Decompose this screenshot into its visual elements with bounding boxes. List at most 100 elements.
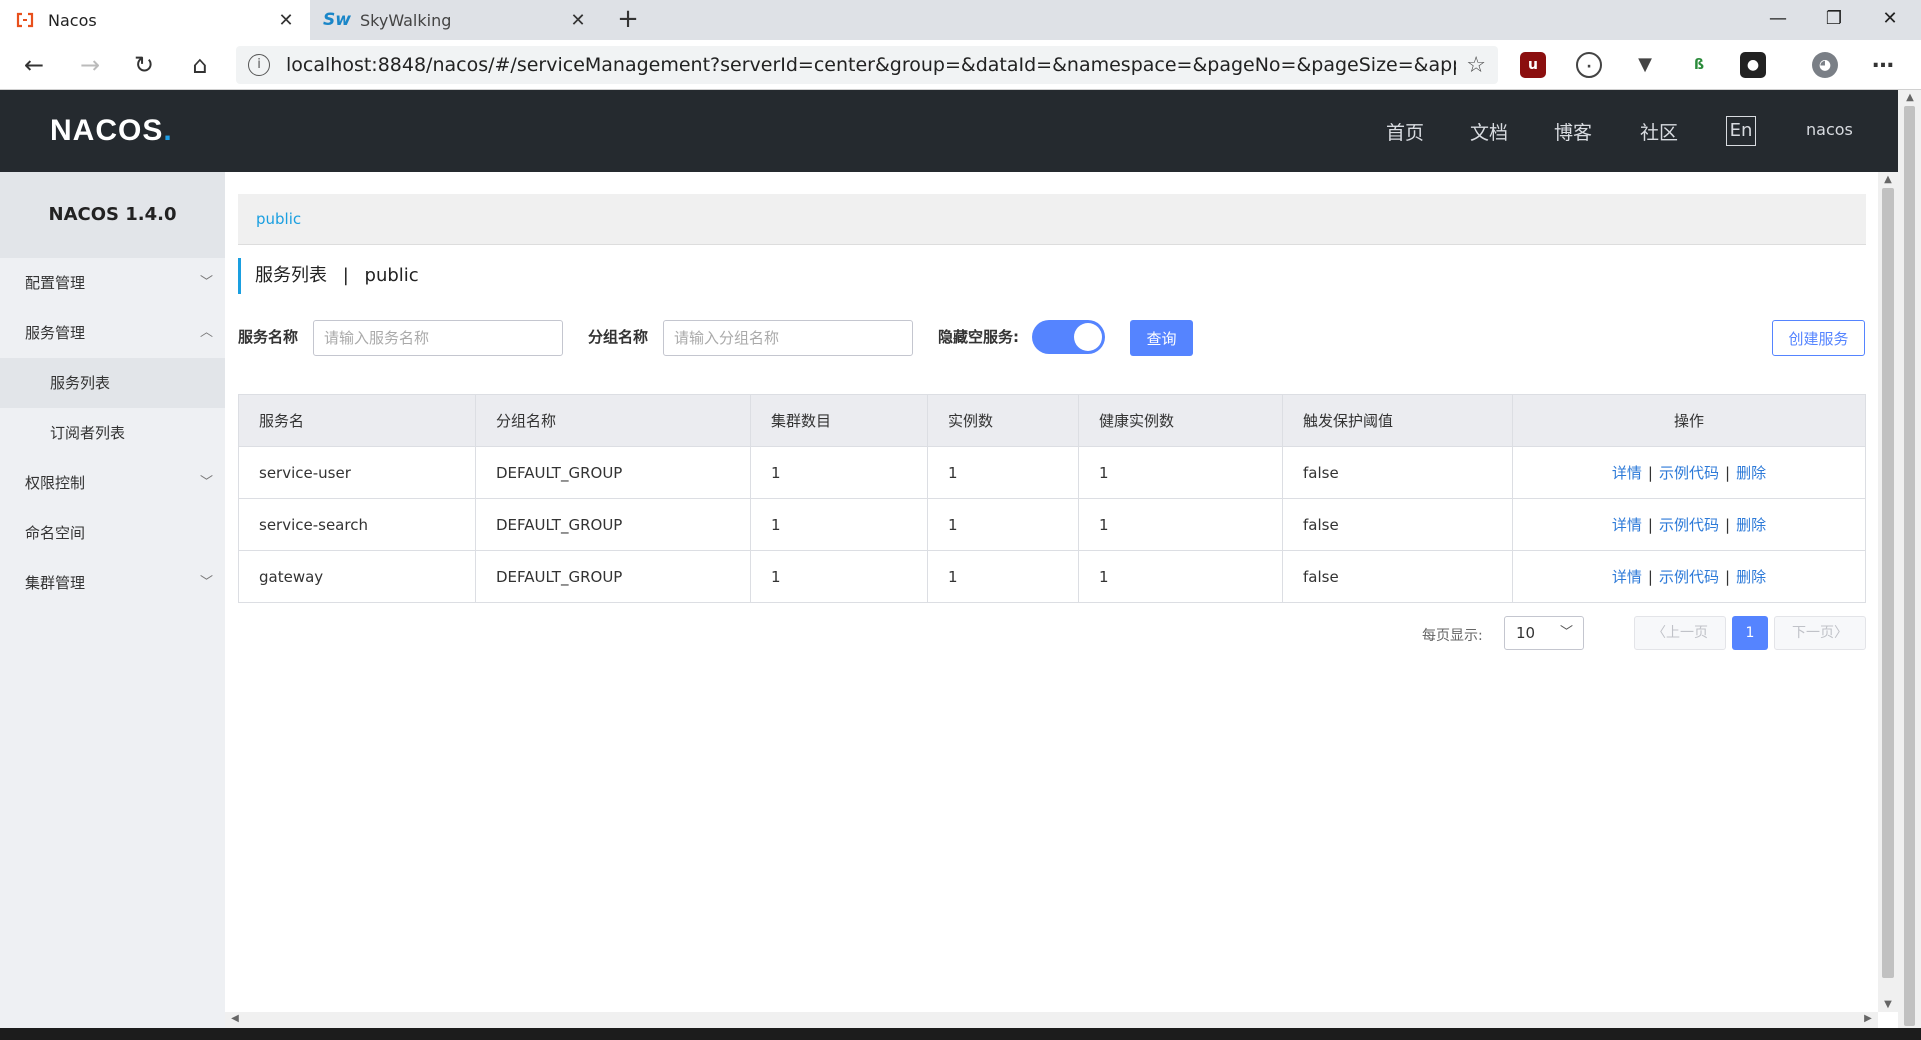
tab-skywalking[interactable]: Sw SkyWalking ✕ [312, 0, 602, 40]
sidebar-item-service-list[interactable]: 服务列表 [0, 358, 225, 408]
sidebar-item-label: 服务列表 [50, 374, 111, 392]
nav-blog[interactable]: 博客 [1554, 118, 1592, 145]
action-separator: | [1647, 516, 1653, 534]
chevron-down-icon: ﹀ [199, 475, 213, 490]
sidebar-item-cluster[interactable]: 集群管理 ﹀ [0, 558, 225, 608]
page-size-value: 10 [1516, 624, 1536, 642]
prev-page-label: 上一页 [1666, 625, 1708, 641]
hide-empty-toggle[interactable] [1032, 320, 1105, 354]
more-menu-icon[interactable]: … [1870, 50, 1896, 78]
scroll-right-icon[interactable]: ▶ [1858, 1013, 1878, 1024]
action-separator: | [1725, 568, 1731, 586]
site-info-icon[interactable]: i [248, 54, 270, 76]
create-service-button[interactable]: 创建服务 [1772, 320, 1865, 356]
page-scrollbar[interactable]: ▲ ▼ [1898, 90, 1921, 1040]
delete-link[interactable]: 删除 [1736, 516, 1766, 534]
detail-link[interactable]: 详情 [1612, 516, 1642, 534]
browser-tab-bar: Nacos ✕ Sw SkyWalking ✕ + — ❐ ✕ [0, 0, 1921, 40]
sidebar-item-namespace[interactable]: 命名空间 [0, 508, 225, 558]
bookmark-star-icon[interactable]: ☆ [1466, 53, 1486, 78]
scroll-left-icon[interactable]: ◀ [225, 1013, 245, 1024]
service-name-input[interactable] [313, 320, 563, 356]
extension-code-icon[interactable]: · [1576, 52, 1602, 78]
col-cluster-count: 集群数目 [750, 394, 928, 447]
detail-link[interactable]: 详情 [1612, 464, 1642, 482]
extension-dark-icon[interactable]: ● [1740, 52, 1766, 78]
delete-link[interactable]: 删除 [1736, 464, 1766, 482]
sample-code-link[interactable]: 示例代码 [1659, 516, 1719, 534]
nacos-favicon-icon [14, 9, 36, 31]
cell-group: DEFAULT_GROUP [475, 498, 751, 551]
action-separator: | [1647, 568, 1653, 586]
sidebar-item-service[interactable]: 服务管理 ︿ [0, 308, 225, 358]
cell-group: DEFAULT_GROUP [475, 550, 751, 603]
cell-actions: 详情 | 示例代码 | 删除 [1512, 498, 1866, 551]
new-tab-icon[interactable]: + [614, 6, 642, 34]
detail-link[interactable]: 详情 [1612, 568, 1642, 586]
ublock-icon[interactable]: u [1520, 52, 1546, 78]
query-button[interactable]: 查询 [1130, 320, 1193, 356]
cell-threshold: false [1282, 446, 1513, 499]
group-name-input[interactable] [663, 320, 913, 356]
tab-nacos[interactable]: Nacos ✕ [0, 0, 310, 40]
scroll-down-icon[interactable]: ▼ [1878, 999, 1898, 1010]
chevron-down-icon: ﹀ [1559, 625, 1573, 640]
url-field[interactable]: i localhost:8848/nacos/#/serviceManageme… [236, 46, 1498, 84]
restore-icon[interactable]: ❐ [1806, 0, 1862, 40]
col-instance-count: 实例数 [927, 394, 1079, 447]
service-table: 服务名 分组名称 集群数目 实例数 健康实例数 触发保护阈值 操作 servic… [238, 394, 1866, 603]
cell-healthy: 1 [1078, 446, 1283, 499]
table-row: gateway DEFAULT_GROUP 1 1 1 false 详情 | 示例代… [238, 550, 1866, 603]
col-group-name: 分组名称 [475, 394, 751, 447]
close-tab-icon[interactable]: ✕ [276, 10, 296, 31]
cell-actions: 详情 | 示例代码 | 删除 [1512, 446, 1866, 499]
scroll-up-icon[interactable]: ▲ [1878, 174, 1898, 185]
sidebar-item-label: 订阅者列表 [50, 424, 126, 442]
cell-healthy: 1 [1078, 550, 1283, 603]
reload-icon[interactable]: ↻ [126, 48, 162, 82]
cell-service-name: service-search [238, 498, 476, 551]
minimize-icon[interactable]: — [1750, 0, 1806, 40]
delete-link[interactable]: 删除 [1736, 568, 1766, 586]
scroll-thumb[interactable] [1882, 188, 1894, 978]
nav-home[interactable]: 首页 [1386, 118, 1424, 145]
sidebar-item-config[interactable]: 配置管理 ﹀ [0, 258, 225, 308]
forward-icon[interactable]: → [72, 48, 108, 82]
current-page-button[interactable]: 1 [1732, 616, 1768, 650]
language-switch[interactable]: En [1726, 116, 1756, 146]
chevron-right-icon: 〉 [1834, 625, 1848, 641]
scroll-thumb[interactable] [1904, 106, 1915, 1026]
sample-code-link[interactable]: 示例代码 [1659, 568, 1719, 586]
cell-healthy: 1 [1078, 498, 1283, 551]
vue-devtools-icon[interactable]: ▼ [1632, 52, 1658, 78]
sample-code-link[interactable]: 示例代码 [1659, 464, 1719, 482]
namespace-public[interactable]: public [256, 210, 301, 228]
close-window-icon[interactable]: ✕ [1862, 0, 1918, 40]
cell-instances: 1 [927, 550, 1079, 603]
hide-empty-label: 隐藏空服务: [938, 328, 1019, 346]
skywalking-favicon-icon: Sw [323, 10, 351, 30]
sidebar-item-label: 权限控制 [25, 474, 86, 492]
cell-service-name: service-user [238, 446, 476, 499]
home-icon[interactable]: ⌂ [182, 48, 218, 82]
next-page-button[interactable]: 下一页〉 [1774, 616, 1866, 650]
page-size-select[interactable]: 10 ﹀ [1504, 616, 1584, 650]
profile-avatar-icon[interactable]: ◕ [1812, 52, 1838, 78]
extension-green-icon[interactable]: ß [1686, 52, 1712, 78]
back-icon[interactable]: ← [16, 48, 52, 82]
close-tab-icon[interactable]: ✕ [568, 10, 588, 31]
sidebar-item-auth[interactable]: 权限控制 ﹀ [0, 458, 225, 508]
horizontal-scrollbar[interactable]: ◀ ▶ [225, 1012, 1878, 1028]
nav-docs[interactable]: 文档 [1470, 118, 1508, 145]
scroll-up-icon[interactable]: ▲ [1900, 92, 1920, 103]
logo-text: NACOS [50, 114, 164, 147]
nacos-logo[interactable]: NACOS. [50, 114, 173, 148]
col-healthy-count: 健康实例数 [1078, 394, 1283, 447]
page-title-namespace: public [364, 265, 419, 286]
nav-community[interactable]: 社区 [1640, 118, 1678, 145]
prev-page-button[interactable]: 〈上一页 [1634, 616, 1726, 650]
user-name[interactable]: nacos [1806, 120, 1853, 139]
content-scrollbar[interactable]: ▲ ▼ [1878, 172, 1898, 1012]
cell-actions: 详情 | 示例代码 | 删除 [1512, 550, 1866, 603]
sidebar-item-subscribers[interactable]: 订阅者列表 [0, 408, 225, 458]
